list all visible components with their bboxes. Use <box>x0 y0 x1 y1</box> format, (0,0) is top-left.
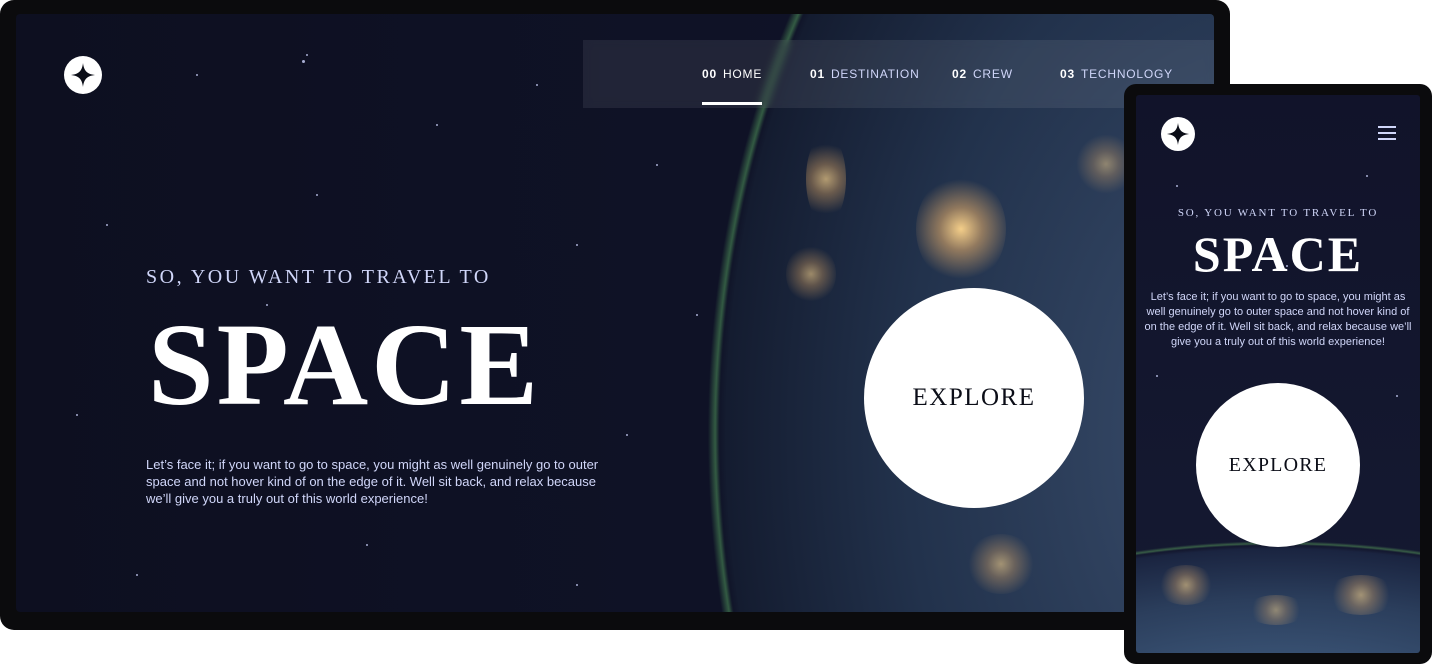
nav-item-destination[interactable]: 01 DESTINATION <box>810 40 920 108</box>
nav-item-home[interactable]: 00 HOME <box>702 40 763 108</box>
star-icon <box>71 63 95 87</box>
nav-label: HOME <box>722 67 763 81</box>
nav-number: 02 <box>952 67 967 81</box>
hero-title: SPACE <box>1192 226 1364 282</box>
desktop-device-frame: 00 HOME 01 DESTINATION 02 CREW 03 TECHNO… <box>0 0 1230 630</box>
hero-kicker: SO, YOU WANT TO TRAVEL TO <box>1177 207 1379 219</box>
nav-item-crew[interactable]: 02 CREW <box>952 40 1013 108</box>
nav-label: TECHNOLOGY <box>1080 67 1173 81</box>
mobile-device-frame: SO, YOU WANT TO TRAVEL TO SPACE Let’s fa… <box>1124 84 1432 664</box>
nav-number: 01 <box>810 67 825 81</box>
logo[interactable] <box>1161 117 1195 151</box>
logo[interactable] <box>64 56 102 94</box>
explore-button[interactable]: EXPLORE <box>1196 383 1360 547</box>
nav-number: 03 <box>1060 67 1075 81</box>
nav-label: CREW <box>972 67 1013 81</box>
hero-description: Let’s face it; if you want to go to spac… <box>146 457 599 506</box>
hero-description: Let’s face it; if you want to go to spac… <box>1144 291 1412 348</box>
hamburger-icon[interactable] <box>1378 126 1396 141</box>
hero-title: SPACE <box>148 299 542 430</box>
star-icon <box>1166 122 1190 146</box>
explore-button[interactable]: EXPLORE <box>864 288 1084 508</box>
nav-number: 00 <box>702 67 717 81</box>
desktop-screen: 00 HOME 01 DESTINATION 02 CREW 03 TECHNO… <box>16 14 1214 612</box>
hero-kicker: SO, YOU WANT TO TRAVEL TO <box>146 266 491 288</box>
mobile-screen: SO, YOU WANT TO TRAVEL TO SPACE Let’s fa… <box>1136 95 1420 653</box>
primary-navigation: 00 HOME 01 DESTINATION 02 CREW 03 TECHNO… <box>583 40 1214 108</box>
nav-label: DESTINATION <box>830 67 920 81</box>
